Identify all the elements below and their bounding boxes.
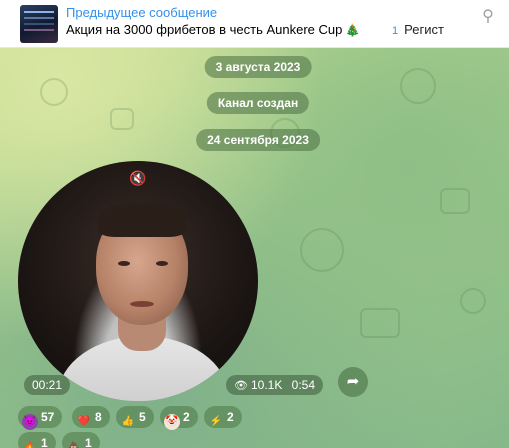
channel-created-notice: Канал создан [206,92,310,114]
pile-of-poo-icon: 💩 [67,442,81,448]
background-doodle [360,308,400,338]
high-voltage-icon: ⚡ [209,416,223,427]
share-button[interactable]: ➦ [338,367,368,397]
pinned-message-text: Акция на 3000 фрибетов в честь Aunkere C… [66,22,360,37]
chat-background: 3 августа 2023 Канал создан 24 сентября … [0,48,509,448]
reaction-button[interactable]: 🔥 1 [18,432,56,448]
video-frame-detail [130,301,154,307]
reaction-count: 1 [85,436,92,448]
christmas-tree-icon: 🎄 [345,23,361,37]
round-video-message[interactable] [18,161,258,401]
reaction-count: 2 [227,410,234,424]
reaction-count: 8 [95,410,102,424]
background-doodle [40,78,68,106]
reaction-button[interactable]: 👍 5 [116,406,154,428]
reaction-button[interactable]: 💩 1 [62,432,100,448]
pinned-next-text: Регист [404,22,444,37]
pinned-next-number: 1 [392,25,399,37]
video-frame-detail [118,261,130,266]
pinned-message-text-label: Акция на 3000 фрибетов в честь Aunkere C… [66,22,343,37]
share-arrow-icon: ➦ [346,373,360,390]
date-separator: 3 августа 2023 [204,56,312,78]
smiling-devil-icon: 😈 [22,414,38,430]
reaction-button[interactable]: 🤡 2 [160,406,198,430]
view-count: 10.1K [250,378,283,392]
date-separator: 24 сентября 2023 [196,129,320,151]
pinned-message-title: Предыдущее сообщение [66,5,218,20]
pinned-message-thumbnail [20,5,58,43]
video-duration-badge: 00:21 [24,375,71,395]
views-eye-icon: 👁 [234,380,248,392]
background-doodle [460,288,486,314]
pinned-message-bar[interactable]: Предыдущее сообщение Акция на 3000 фрибе… [0,0,509,48]
reaction-button[interactable]: ❤️ 8 [72,406,110,428]
thumbs-up-icon: 👍 [121,416,135,427]
background-doodle [110,108,134,130]
fire-icon: 🔥 [23,442,37,448]
reaction-button[interactable]: 😈 57 [18,406,63,430]
red-heart-icon: ❤️ [77,416,91,427]
muted-speaker-icon[interactable]: 🔇 [128,169,148,187]
video-frame-detail [156,261,168,266]
reaction-button[interactable]: ⚡ 2 [204,406,242,428]
message-time: 0:54 [291,378,316,392]
background-doodle [440,188,470,214]
video-meta-badge: 👁 10.1K 0:54 [226,375,324,395]
pinned-message-next-preview: 1 Регист [392,22,444,37]
background-doodle [400,68,436,104]
reaction-count: 57 [41,410,55,424]
background-doodle [300,228,344,272]
reaction-count: 2 [183,410,190,424]
clown-face-icon: 🤡 [164,414,180,430]
unpin-icon[interactable]: ⚲ [477,6,499,28]
video-frame-detail [98,203,186,237]
reaction-count: 5 [139,410,146,424]
reaction-count: 1 [41,436,48,448]
